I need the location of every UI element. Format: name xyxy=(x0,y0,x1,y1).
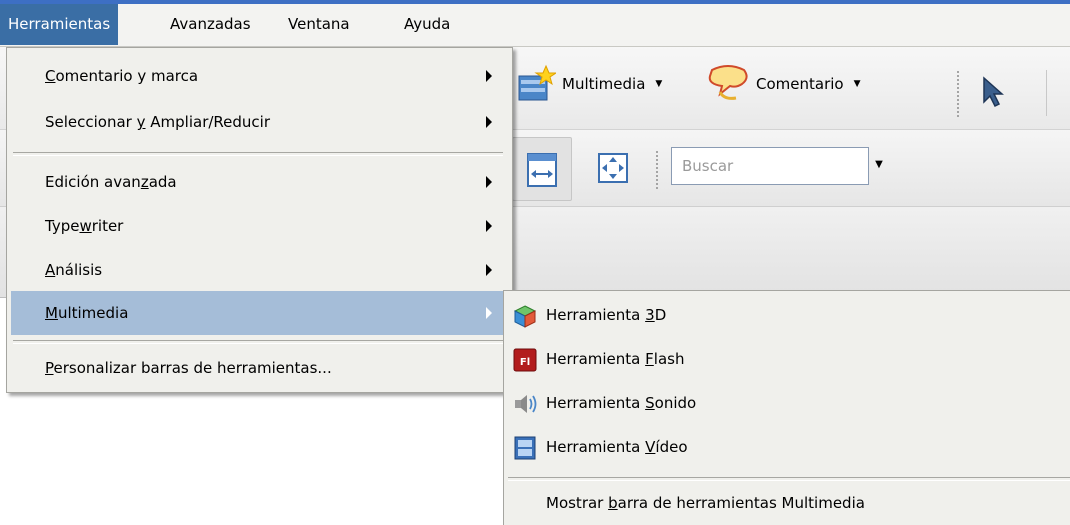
toolbar-grip[interactable] xyxy=(655,150,659,190)
video-tool-icon xyxy=(514,436,536,460)
access-key: F xyxy=(645,350,654,368)
multimedia-submenu: Herramienta 3D Fl Herramienta Flash Herr… xyxy=(503,290,1070,525)
toolbar-grip[interactable] xyxy=(956,70,960,118)
menu-ventana[interactable]: Ventana xyxy=(280,4,358,45)
fit-page-button[interactable] xyxy=(596,151,630,189)
item-text: onido xyxy=(654,394,697,412)
menu-item-edicion-avanzada[interactable]: Edición avanzada xyxy=(11,160,506,204)
item-text: riter xyxy=(91,217,124,235)
item-text: lash xyxy=(653,350,685,368)
access-key: b xyxy=(608,494,618,512)
menu-item-seleccionar[interactable]: Seleccionar y Ampliar/Reducir xyxy=(11,100,506,144)
item-text: Herramienta xyxy=(546,438,646,456)
access-key: 3 xyxy=(645,306,655,324)
multimedia-icon xyxy=(518,64,556,101)
select-tool-button[interactable] xyxy=(980,76,1006,112)
svg-text:Fl: Fl xyxy=(520,357,530,368)
menu-herramientas[interactable]: Herramientas xyxy=(0,4,119,45)
item-text: Herramienta xyxy=(546,394,646,412)
menu-item-herramienta-sonido[interactable]: Herramienta Sonido xyxy=(506,381,1066,425)
item-text: Seleccionar xyxy=(45,113,137,131)
comment-icon xyxy=(708,65,748,100)
menu-bar: Herramientas Avanzadas Ventana Ayuda xyxy=(0,4,1070,47)
access-key: C xyxy=(45,67,56,85)
flash-tool-icon: Fl xyxy=(513,348,537,372)
comment-label: Comentario xyxy=(756,75,844,93)
menu-item-typewriter[interactable]: Typewriter xyxy=(11,204,506,248)
multimedia-toolbar-button[interactable]: Multimedia ▼ xyxy=(516,64,662,104)
fit-page-icon xyxy=(598,153,628,183)
access-key: S xyxy=(645,394,655,412)
item-text: ada xyxy=(148,173,177,191)
item-text: arra de herramientas Multimedia xyxy=(617,494,865,512)
item-text: D xyxy=(654,306,667,324)
access-key: V xyxy=(645,438,656,456)
multimedia-label: Multimedia xyxy=(562,75,646,93)
access-key: y xyxy=(136,113,146,131)
menu-item-herramienta-flash[interactable]: Fl Herramienta Flash xyxy=(506,337,1066,381)
3d-tool-icon xyxy=(513,305,537,328)
submenu-arrow-icon xyxy=(486,220,492,232)
item-text: Herramienta xyxy=(546,350,646,368)
menu-separator xyxy=(13,340,503,344)
toolbar-divider xyxy=(1046,70,1047,116)
tools-menu: Comentario y marca Seleccionar y Ampliar… xyxy=(6,47,513,393)
item-text: ersonalizar barras de herramientas... xyxy=(53,359,332,377)
arrow-pointer-icon xyxy=(983,76,1004,108)
item-text: Ampliar/Reducir xyxy=(145,113,271,131)
menu-item-herramienta-3d[interactable]: Herramienta 3D xyxy=(506,293,1066,337)
item-text: ultimedia xyxy=(57,304,129,322)
menu-item-comentario[interactable]: Comentario y marca xyxy=(11,54,506,98)
fit-width-button[interactable] xyxy=(512,137,572,201)
menu-item-mostrar-barra-multimedia[interactable]: Mostrar barra de herramientas Multimedia xyxy=(506,481,1066,525)
access-key: M xyxy=(45,304,58,322)
submenu-arrow-icon xyxy=(486,70,492,82)
item-text: ídeo xyxy=(655,438,688,456)
item-text: omentario y marca xyxy=(55,67,199,85)
chevron-down-icon: ▼ xyxy=(853,79,861,89)
access-key: w xyxy=(79,217,92,235)
menu-item-analisis[interactable]: Análisis xyxy=(11,248,506,292)
search-input[interactable]: Buscar xyxy=(671,147,869,185)
menu-avanzadas[interactable]: Avanzadas xyxy=(162,4,259,45)
submenu-arrow-icon xyxy=(486,307,492,319)
menu-item-multimedia[interactable]: Multimedia xyxy=(11,291,506,335)
menu-item-herramienta-video[interactable]: Herramienta Vídeo xyxy=(506,425,1066,469)
comment-toolbar-button[interactable]: Comentario ▼ xyxy=(706,64,861,104)
sound-tool-icon xyxy=(515,395,537,413)
item-text: Edición avan xyxy=(45,173,141,191)
item-text: nálisis xyxy=(55,261,103,279)
access-key: A xyxy=(45,261,56,279)
menu-ayuda[interactable]: Ayuda xyxy=(396,4,458,45)
chevron-down-icon[interactable]: ▼ xyxy=(872,150,886,180)
fit-width-icon xyxy=(527,153,557,187)
menu-item-personalizar-barras[interactable]: Personalizar barras de herramientas... xyxy=(11,346,506,390)
item-text: Mostrar xyxy=(546,494,609,512)
submenu-arrow-icon xyxy=(486,116,492,128)
menu-separator xyxy=(13,152,503,156)
item-text: Type xyxy=(45,217,80,235)
chevron-down-icon: ▼ xyxy=(655,79,663,89)
item-text: Herramienta xyxy=(546,306,646,324)
submenu-arrow-icon xyxy=(486,176,492,188)
submenu-arrow-icon xyxy=(486,264,492,276)
access-key: z xyxy=(140,173,149,191)
access-key: P xyxy=(45,359,54,377)
